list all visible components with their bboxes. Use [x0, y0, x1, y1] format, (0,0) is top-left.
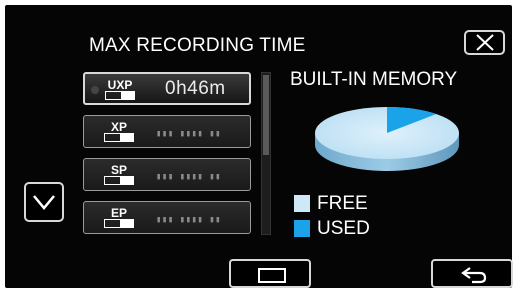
mode-item-ep[interactable]: EP ▮▮▮ ▮▮▮▮ ▮▮	[83, 201, 251, 234]
legend-used-label: USED	[317, 218, 370, 239]
legend-free-label: FREE	[317, 193, 368, 214]
mode-item-uxp[interactable]: UXP 0h46m	[83, 72, 251, 105]
frame-icon	[258, 268, 286, 283]
ep-quality-icon: EP	[103, 207, 135, 229]
mode-list-scrollbar[interactable]	[261, 72, 271, 235]
close-icon	[476, 34, 494, 51]
chevron-down-icon	[33, 195, 55, 210]
mode-time-placeholder: ▮▮▮ ▮▮▮▮ ▮▮	[156, 172, 222, 182]
back-button[interactable]	[431, 259, 513, 288]
selected-indicator-icon	[91, 86, 99, 94]
close-button[interactable]	[464, 30, 505, 55]
recording-mode-list: UXP 0h46m XP ▮▮▮ ▮▮▮▮ ▮▮ SP ▮▮▮ ▮▮▮▮ ▮▮ …	[83, 72, 253, 244]
back-arrow-icon	[461, 267, 487, 284]
memory-label: BUILT-IN MEMORY	[290, 69, 458, 90]
frame-button[interactable]	[229, 259, 311, 288]
page-title: MAX RECORDING TIME	[89, 35, 306, 56]
recording-time-screen: MAX RECORDING TIME UXP 0h46m XP ▮▮▮ ▮▮▮▮…	[5, 5, 513, 288]
mode-item-sp[interactable]: SP ▮▮▮ ▮▮▮▮ ▮▮	[83, 158, 251, 191]
mode-item-xp[interactable]: XP ▮▮▮ ▮▮▮▮ ▮▮	[83, 115, 251, 148]
free-swatch	[294, 195, 310, 212]
xp-quality-icon: XP	[103, 121, 135, 143]
memory-pie-chart	[315, 107, 459, 171]
scroll-down-button[interactable]	[24, 182, 64, 222]
sp-quality-icon: SP	[103, 164, 135, 186]
scrollbar-thumb[interactable]	[263, 75, 269, 155]
used-swatch	[294, 220, 310, 237]
mode-time-placeholder: ▮▮▮ ▮▮▮▮ ▮▮	[156, 215, 222, 225]
mode-time-placeholder: ▮▮▮ ▮▮▮▮ ▮▮	[156, 129, 222, 139]
uxp-quality-icon: UXP	[104, 79, 136, 101]
mode-time: 0h46m	[165, 78, 226, 99]
